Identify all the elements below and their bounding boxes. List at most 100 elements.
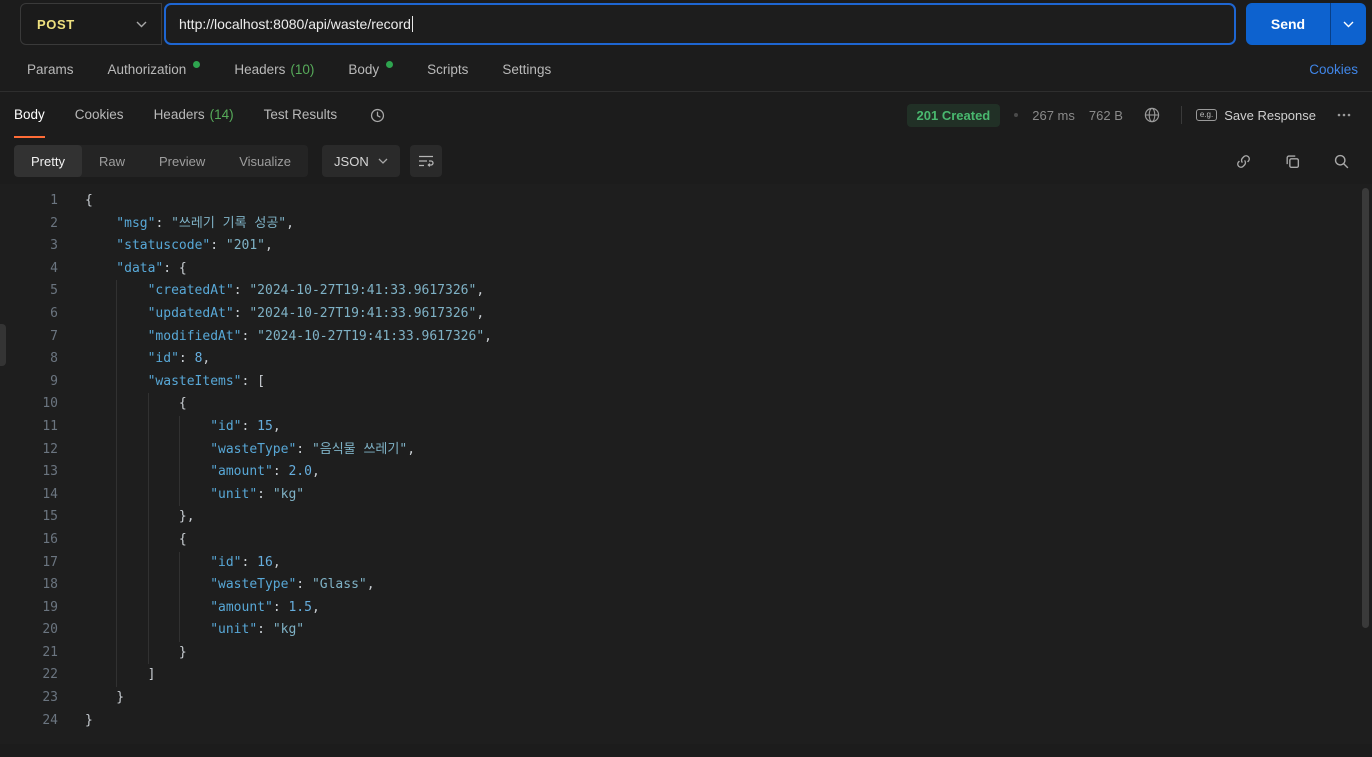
code-line: 9 "wasteItems": [ <box>0 370 1372 394</box>
tab-headers[interactable]: Headers (10) <box>234 62 314 77</box>
tab-authorization[interactable]: Authorization <box>107 61 201 77</box>
mode-pretty[interactable]: Pretty <box>14 145 82 177</box>
mode-raw[interactable]: Raw <box>82 145 142 177</box>
indent-guide <box>116 664 147 688</box>
response-tab-cookies[interactable]: Cookies <box>75 92 124 138</box>
tab-params[interactable]: Params <box>27 62 74 77</box>
line-number: 11 <box>42 418 58 434</box>
indent-guide <box>116 596 147 620</box>
line-number: 22 <box>42 667 58 683</box>
indent-guide <box>116 528 147 552</box>
response-size[interactable]: 762 B <box>1089 108 1123 123</box>
tab-scripts[interactable]: Scripts <box>427 62 468 77</box>
cookies-link[interactable]: Cookies <box>1309 62 1358 77</box>
tab-body[interactable]: Body <box>348 61 394 77</box>
network-info-button[interactable] <box>1137 105 1167 125</box>
indent-guide <box>116 370 147 394</box>
language-selector[interactable]: JSON <box>322 145 400 177</box>
history-icon <box>371 108 385 122</box>
indent-guide <box>85 280 116 303</box>
code-line: 18 "wasteType": "Glass", <box>0 574 1372 597</box>
response-tab-test-results[interactable]: Test Results <box>264 92 338 138</box>
scrollbar-thumb[interactable] <box>1362 188 1369 628</box>
line-number: 4 <box>50 260 58 276</box>
code-line: 10{ <box>0 393 1372 416</box>
response-tabs: Body Cookies Headers (14) Test Results <box>14 92 337 138</box>
status-badge[interactable]: 201 Created <box>906 103 1001 127</box>
json-viewer[interactable]: 1{2 "msg": "쓰레기 기록 성공", 3 "statuscode": "20… <box>0 190 1372 732</box>
response-headers-count: (14) <box>209 106 234 122</box>
code-line: 7 "modifiedAt": "2024-10-27T19:41:33.9617… <box>0 325 1372 349</box>
sidebar-collapsed-handle[interactable] <box>0 324 6 366</box>
indent-guide <box>147 596 179 620</box>
request-bar: POST http://localhost:8080/api/waste/rec… <box>0 0 1372 48</box>
indent-guide <box>85 235 116 258</box>
line-number: 9 <box>50 373 58 389</box>
indent-guide <box>85 506 116 529</box>
code-line: 8 "id": 8, <box>0 348 1372 371</box>
search-body-button[interactable] <box>1327 152 1356 171</box>
code-line: 3 "statuscode": "201", <box>0 235 1372 258</box>
tab-label: Headers <box>234 62 286 77</box>
method-selector[interactable]: POST <box>20 3 162 45</box>
view-mode-switcher: Pretty Raw Preview Visualize <box>14 145 309 177</box>
scrollbar[interactable] <box>1362 188 1369 738</box>
divider <box>1180 106 1182 124</box>
line-number: 7 <box>50 328 58 344</box>
indent-guide <box>85 326 116 349</box>
line-number: 2 <box>50 215 58 231</box>
search-icon <box>1334 154 1349 168</box>
copy-link-button[interactable] <box>1229 152 1258 171</box>
copy-icon <box>1286 154 1300 168</box>
code-line: 24} <box>0 710 1372 733</box>
code-line: 14 "unit": "kg" <box>0 483 1372 507</box>
response-tab-headers[interactable]: Headers (14) <box>154 92 234 138</box>
indent-guide <box>178 438 210 462</box>
line-number: 8 <box>50 351 58 367</box>
indent-guide <box>147 528 179 552</box>
response-header: Body Cookies Headers (14) Test Results 2… <box>0 92 1372 138</box>
url-input[interactable]: http://localhost:8080/api/waste/record <box>164 3 1236 45</box>
indent-guide <box>147 393 179 416</box>
viewer-actions <box>1229 152 1356 171</box>
indent-guide <box>85 687 116 710</box>
tab-label: Headers <box>153 106 205 122</box>
indent-guide <box>178 483 210 507</box>
tab-label: Authorization <box>107 62 187 77</box>
code-line: 5 "createdAt": "2024-10-27T19:41:33.96173… <box>0 280 1372 303</box>
mode-visualize[interactable]: Visualize <box>222 145 308 177</box>
response-history-button[interactable] <box>363 92 392 138</box>
indent-guide <box>85 484 116 507</box>
indent-guide <box>116 348 147 371</box>
response-tab-body[interactable]: Body <box>14 92 45 138</box>
code-line: 11 "id": 15, <box>0 415 1372 439</box>
code-line: 1{ <box>0 190 1372 213</box>
indent-guide <box>85 371 116 394</box>
response-time[interactable]: 267 ms <box>1032 108 1075 123</box>
copy-body-button[interactable] <box>1278 152 1307 171</box>
indent-guide <box>85 303 116 326</box>
chevron-down-icon <box>136 21 147 27</box>
indent-guide <box>85 619 116 642</box>
indent-guide <box>178 551 210 575</box>
line-number: 23 <box>42 690 58 706</box>
more-options-button[interactable] <box>1330 106 1358 124</box>
save-example-icon: e.g. <box>1195 109 1218 121</box>
tab-settings[interactable]: Settings <box>502 62 551 77</box>
wrap-line-button[interactable] <box>409 145 442 177</box>
method-url-group: POST http://localhost:8080/api/waste/rec… <box>20 3 1236 45</box>
code-line: 23} <box>0 687 1372 710</box>
save-response-label: Save Response <box>1224 107 1316 123</box>
code-line: 21} <box>0 641 1372 665</box>
line-number: 20 <box>42 622 58 638</box>
tab-label: Test Results <box>263 106 338 122</box>
indent-guide <box>85 213 116 236</box>
indent-guide <box>116 619 147 642</box>
chevron-down-icon <box>378 158 388 164</box>
indent-guide <box>85 258 116 281</box>
mode-preview[interactable]: Preview <box>142 145 222 177</box>
save-response-button[interactable]: e.g. Save Response <box>1195 107 1316 123</box>
send-button[interactable]: Send <box>1246 3 1330 45</box>
send-options-button[interactable] <box>1330 3 1366 45</box>
indent-guide <box>147 438 179 462</box>
